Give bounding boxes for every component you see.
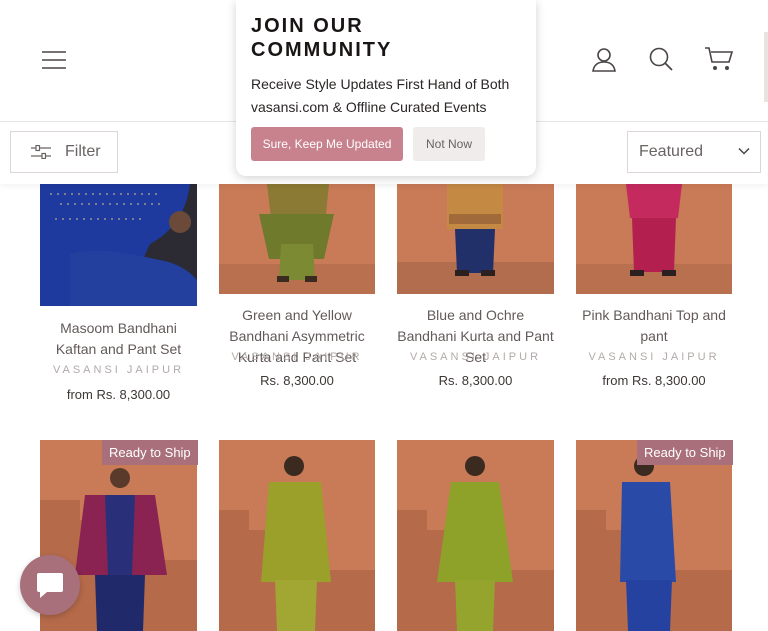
account-icon[interactable] xyxy=(592,47,616,73)
product-image[interactable] xyxy=(219,440,375,631)
not-now-button[interactable]: Not Now xyxy=(413,127,485,161)
product-photo xyxy=(397,184,554,294)
product-title[interactable]: Masoom Bandhani Kaftan and Pant Set xyxy=(40,318,197,360)
product-price: from Rs. 8,300.00 xyxy=(66,387,171,402)
ready-to-ship-badge: Ready to Ship xyxy=(102,440,198,465)
sort-value: Featured xyxy=(639,143,704,160)
product-vendor: VASANSI JAIPUR xyxy=(52,364,185,376)
keep-updated-button[interactable]: Sure, Keep Me Updated xyxy=(251,127,403,161)
product-price: Rs. 8,300.00 xyxy=(438,373,513,388)
chat-bubble-icon xyxy=(37,573,63,598)
product-photo xyxy=(576,184,732,294)
product-image[interactable] xyxy=(397,184,554,294)
popup-title: JOIN OUR COMMUNITY xyxy=(251,15,393,61)
product-vendor: VASANSI JAIPUR xyxy=(409,351,542,363)
search-icon[interactable] xyxy=(648,46,674,72)
product-title[interactable]: Pink Bandhani Top and pant xyxy=(576,305,732,347)
newsletter-popup: JOIN OUR COMMUNITY Receive Style Updates… xyxy=(236,0,536,176)
hamburger-icon[interactable] xyxy=(41,50,67,70)
ready-to-ship-badge: Ready to Ship xyxy=(637,440,733,465)
sort-select[interactable]: Featured xyxy=(627,131,761,173)
product-photo xyxy=(219,440,375,631)
product-image[interactable] xyxy=(397,440,554,631)
product-photo xyxy=(40,184,197,306)
product-photo xyxy=(576,440,732,631)
filter-button[interactable]: Filter xyxy=(10,131,118,173)
chat-launcher-button[interactable] xyxy=(20,555,80,615)
scroll-edge xyxy=(764,32,768,102)
product-photo xyxy=(219,184,375,294)
product-image[interactable] xyxy=(219,184,375,294)
popup-body: Receive Style Updates First Hand of Both… xyxy=(251,76,510,115)
filter-sliders-icon xyxy=(31,145,51,159)
product-image[interactable] xyxy=(576,440,732,631)
product-image[interactable] xyxy=(40,184,197,306)
product-price: from Rs. 8,300.00 xyxy=(602,373,706,388)
product-image[interactable] xyxy=(576,184,732,294)
product-price: Rs. 8,300.00 xyxy=(260,373,334,388)
filter-label: Filter xyxy=(65,143,101,160)
product-photo xyxy=(397,440,554,631)
product-vendor: VASANSI JAIPUR xyxy=(231,351,363,363)
cart-icon[interactable] xyxy=(704,46,734,72)
chevron-down-icon xyxy=(738,147,750,155)
product-vendor: VASANSI JAIPUR xyxy=(588,351,720,363)
